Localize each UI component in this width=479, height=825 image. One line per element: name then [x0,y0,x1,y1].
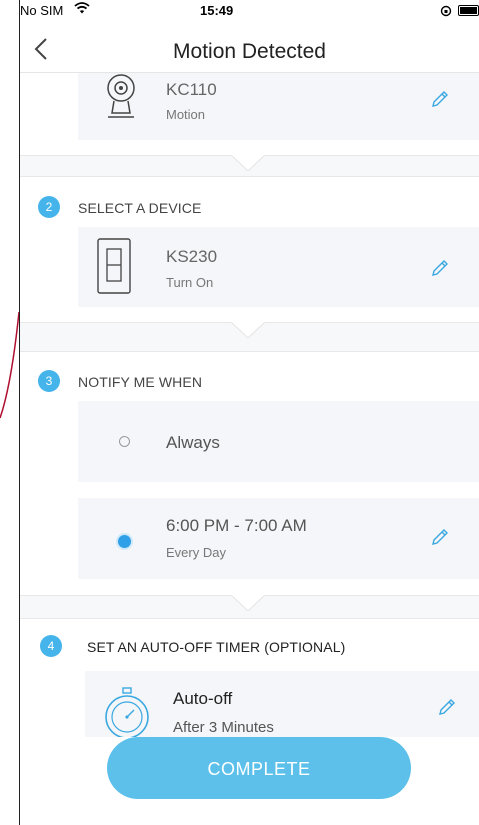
flow-arrow [231,595,265,612]
flow-arrow [231,322,265,339]
nav-bar: Motion Detected [20,20,479,73]
bottom-bar: COMPLETE [20,737,479,825]
app-screen: No SIM 15:49 Motion Detected KC110 Motio… [20,0,479,825]
step3-badge: 3 [38,370,60,392]
switch-icon [97,238,131,299]
wifi-icon [74,2,90,17]
step2-device-action: Turn On [166,275,214,290]
section-divider [20,351,479,352]
trigger-card[interactable]: KC110 Motion [78,73,479,140]
radio-selected[interactable] [118,535,131,548]
section-divider [20,176,479,177]
step3-label: NOTIFY ME WHEN [78,374,203,390]
step2-badge: 2 [38,196,60,218]
step2-label: SELECT A DEVICE [78,200,202,216]
trigger-device-name: KC110 [166,80,217,99]
timer-icon [103,687,151,737]
step4-label: SET AN AUTO-OFF TIMER (OPTIONAL) [87,639,346,655]
carrier-label: No SIM [20,3,64,18]
step4-badge: 4 [40,635,62,657]
notify-option-always[interactable]: Always [78,401,479,482]
step2-device-name: KS230 [166,247,218,266]
notify-option-label: 6:00 PM - 7:00 AM [166,516,307,535]
camera-icon [102,73,140,126]
content-scroll[interactable]: KC110 Motion 2 SELECT A DEVICE KS230 Tur… [20,73,479,737]
rotation-lock-icon [440,5,452,20]
pencil-icon[interactable] [430,527,450,552]
step2-device-card[interactable]: KS230 Turn On [78,227,479,307]
pencil-icon[interactable] [430,89,450,114]
flow-arrow [231,155,265,172]
notify-option-schedule[interactable]: 6:00 PM - 7:00 AM Every Day [78,498,479,579]
clock: 15:49 [200,3,234,18]
complete-button[interactable]: COMPLETE [107,737,411,799]
red-annotation-curve [0,311,20,419]
auto-off-card[interactable]: Auto-off After 3 Minutes [85,671,479,737]
status-bar: No SIM 15:49 [20,0,479,20]
page-title: Motion Detected [173,40,326,63]
notify-option-sublabel: Every Day [166,545,226,560]
battery-icon [458,5,479,16]
notify-option-label: Always [166,433,220,452]
auto-off-value: After 3 Minutes [173,719,274,736]
section-divider [20,618,479,619]
radio-unselected[interactable] [119,436,130,447]
trigger-device-event: Motion [166,107,206,122]
auto-off-title: Auto-off [173,689,233,708]
pencil-icon[interactable] [430,258,450,283]
pencil-icon[interactable] [437,697,457,722]
